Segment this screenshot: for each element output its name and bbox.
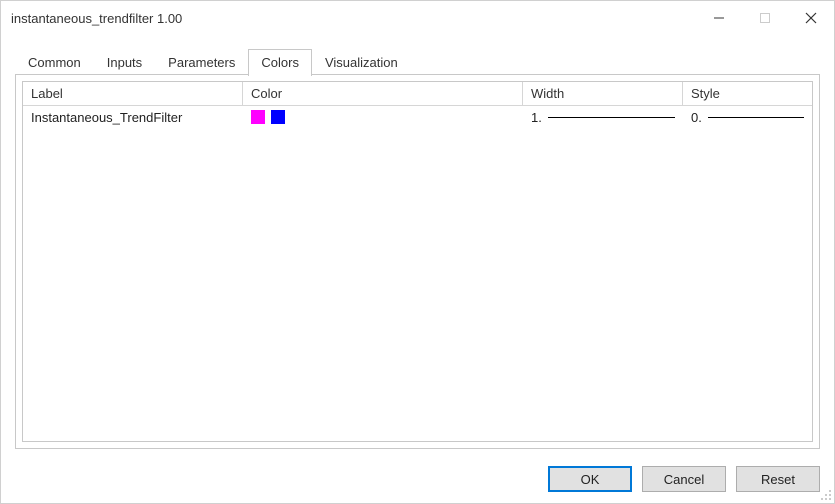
width-line-sample bbox=[548, 117, 675, 118]
tab-strip: Common Inputs Parameters Colors Visualiz… bbox=[15, 47, 820, 75]
reset-button[interactable]: Reset bbox=[736, 466, 820, 492]
color-swatch-1[interactable] bbox=[251, 110, 265, 124]
row-label-text: Instantaneous_TrendFilter bbox=[31, 110, 182, 125]
tab-inputs[interactable]: Inputs bbox=[94, 49, 155, 75]
tabs-wrap: Common Inputs Parameters Colors Visualiz… bbox=[15, 47, 820, 449]
col-header-width[interactable]: Width bbox=[523, 82, 683, 105]
tab-parameters[interactable]: Parameters bbox=[155, 49, 248, 75]
row-label[interactable]: Instantaneous_TrendFilter bbox=[23, 108, 243, 127]
col-header-color[interactable]: Color bbox=[243, 82, 523, 105]
minimize-button[interactable] bbox=[696, 1, 742, 35]
color-swatch-2[interactable] bbox=[271, 110, 285, 124]
dialog-footer: OK Cancel Reset bbox=[1, 455, 834, 503]
row-color[interactable] bbox=[243, 108, 523, 126]
close-button[interactable] bbox=[788, 1, 834, 35]
tab-panel-colors: Label Color Width Style Instantaneous_Tr… bbox=[15, 74, 820, 449]
table-row[interactable]: Instantaneous_TrendFilter 1. bbox=[23, 106, 812, 128]
ok-button[interactable]: OK bbox=[548, 466, 632, 492]
tab-visualization[interactable]: Visualization bbox=[312, 49, 411, 75]
dialog-window: instantaneous_trendfilter 1.00 Common In… bbox=[0, 0, 835, 504]
grid-header: Label Color Width Style bbox=[23, 82, 812, 106]
row-width[interactable]: 1. bbox=[523, 108, 683, 127]
window-controls bbox=[696, 1, 834, 35]
dialog-content: Common Inputs Parameters Colors Visualiz… bbox=[1, 35, 834, 455]
col-header-style[interactable]: Style bbox=[683, 82, 812, 105]
width-value: 1. bbox=[531, 110, 542, 125]
style-value: 0. bbox=[691, 110, 702, 125]
cancel-button[interactable]: Cancel bbox=[642, 466, 726, 492]
titlebar: instantaneous_trendfilter 1.00 bbox=[1, 1, 834, 35]
resize-grip-icon[interactable] bbox=[818, 487, 832, 501]
row-style[interactable]: 0. bbox=[683, 108, 812, 127]
col-header-label[interactable]: Label bbox=[23, 82, 243, 105]
tab-common[interactable]: Common bbox=[15, 49, 94, 75]
tab-colors[interactable]: Colors bbox=[248, 49, 312, 76]
grid-body: Instantaneous_TrendFilter 1. bbox=[23, 106, 812, 441]
window-title: instantaneous_trendfilter 1.00 bbox=[11, 11, 182, 26]
colors-grid: Label Color Width Style Instantaneous_Tr… bbox=[22, 81, 813, 442]
style-line-sample bbox=[708, 117, 804, 118]
maximize-button bbox=[742, 1, 788, 35]
